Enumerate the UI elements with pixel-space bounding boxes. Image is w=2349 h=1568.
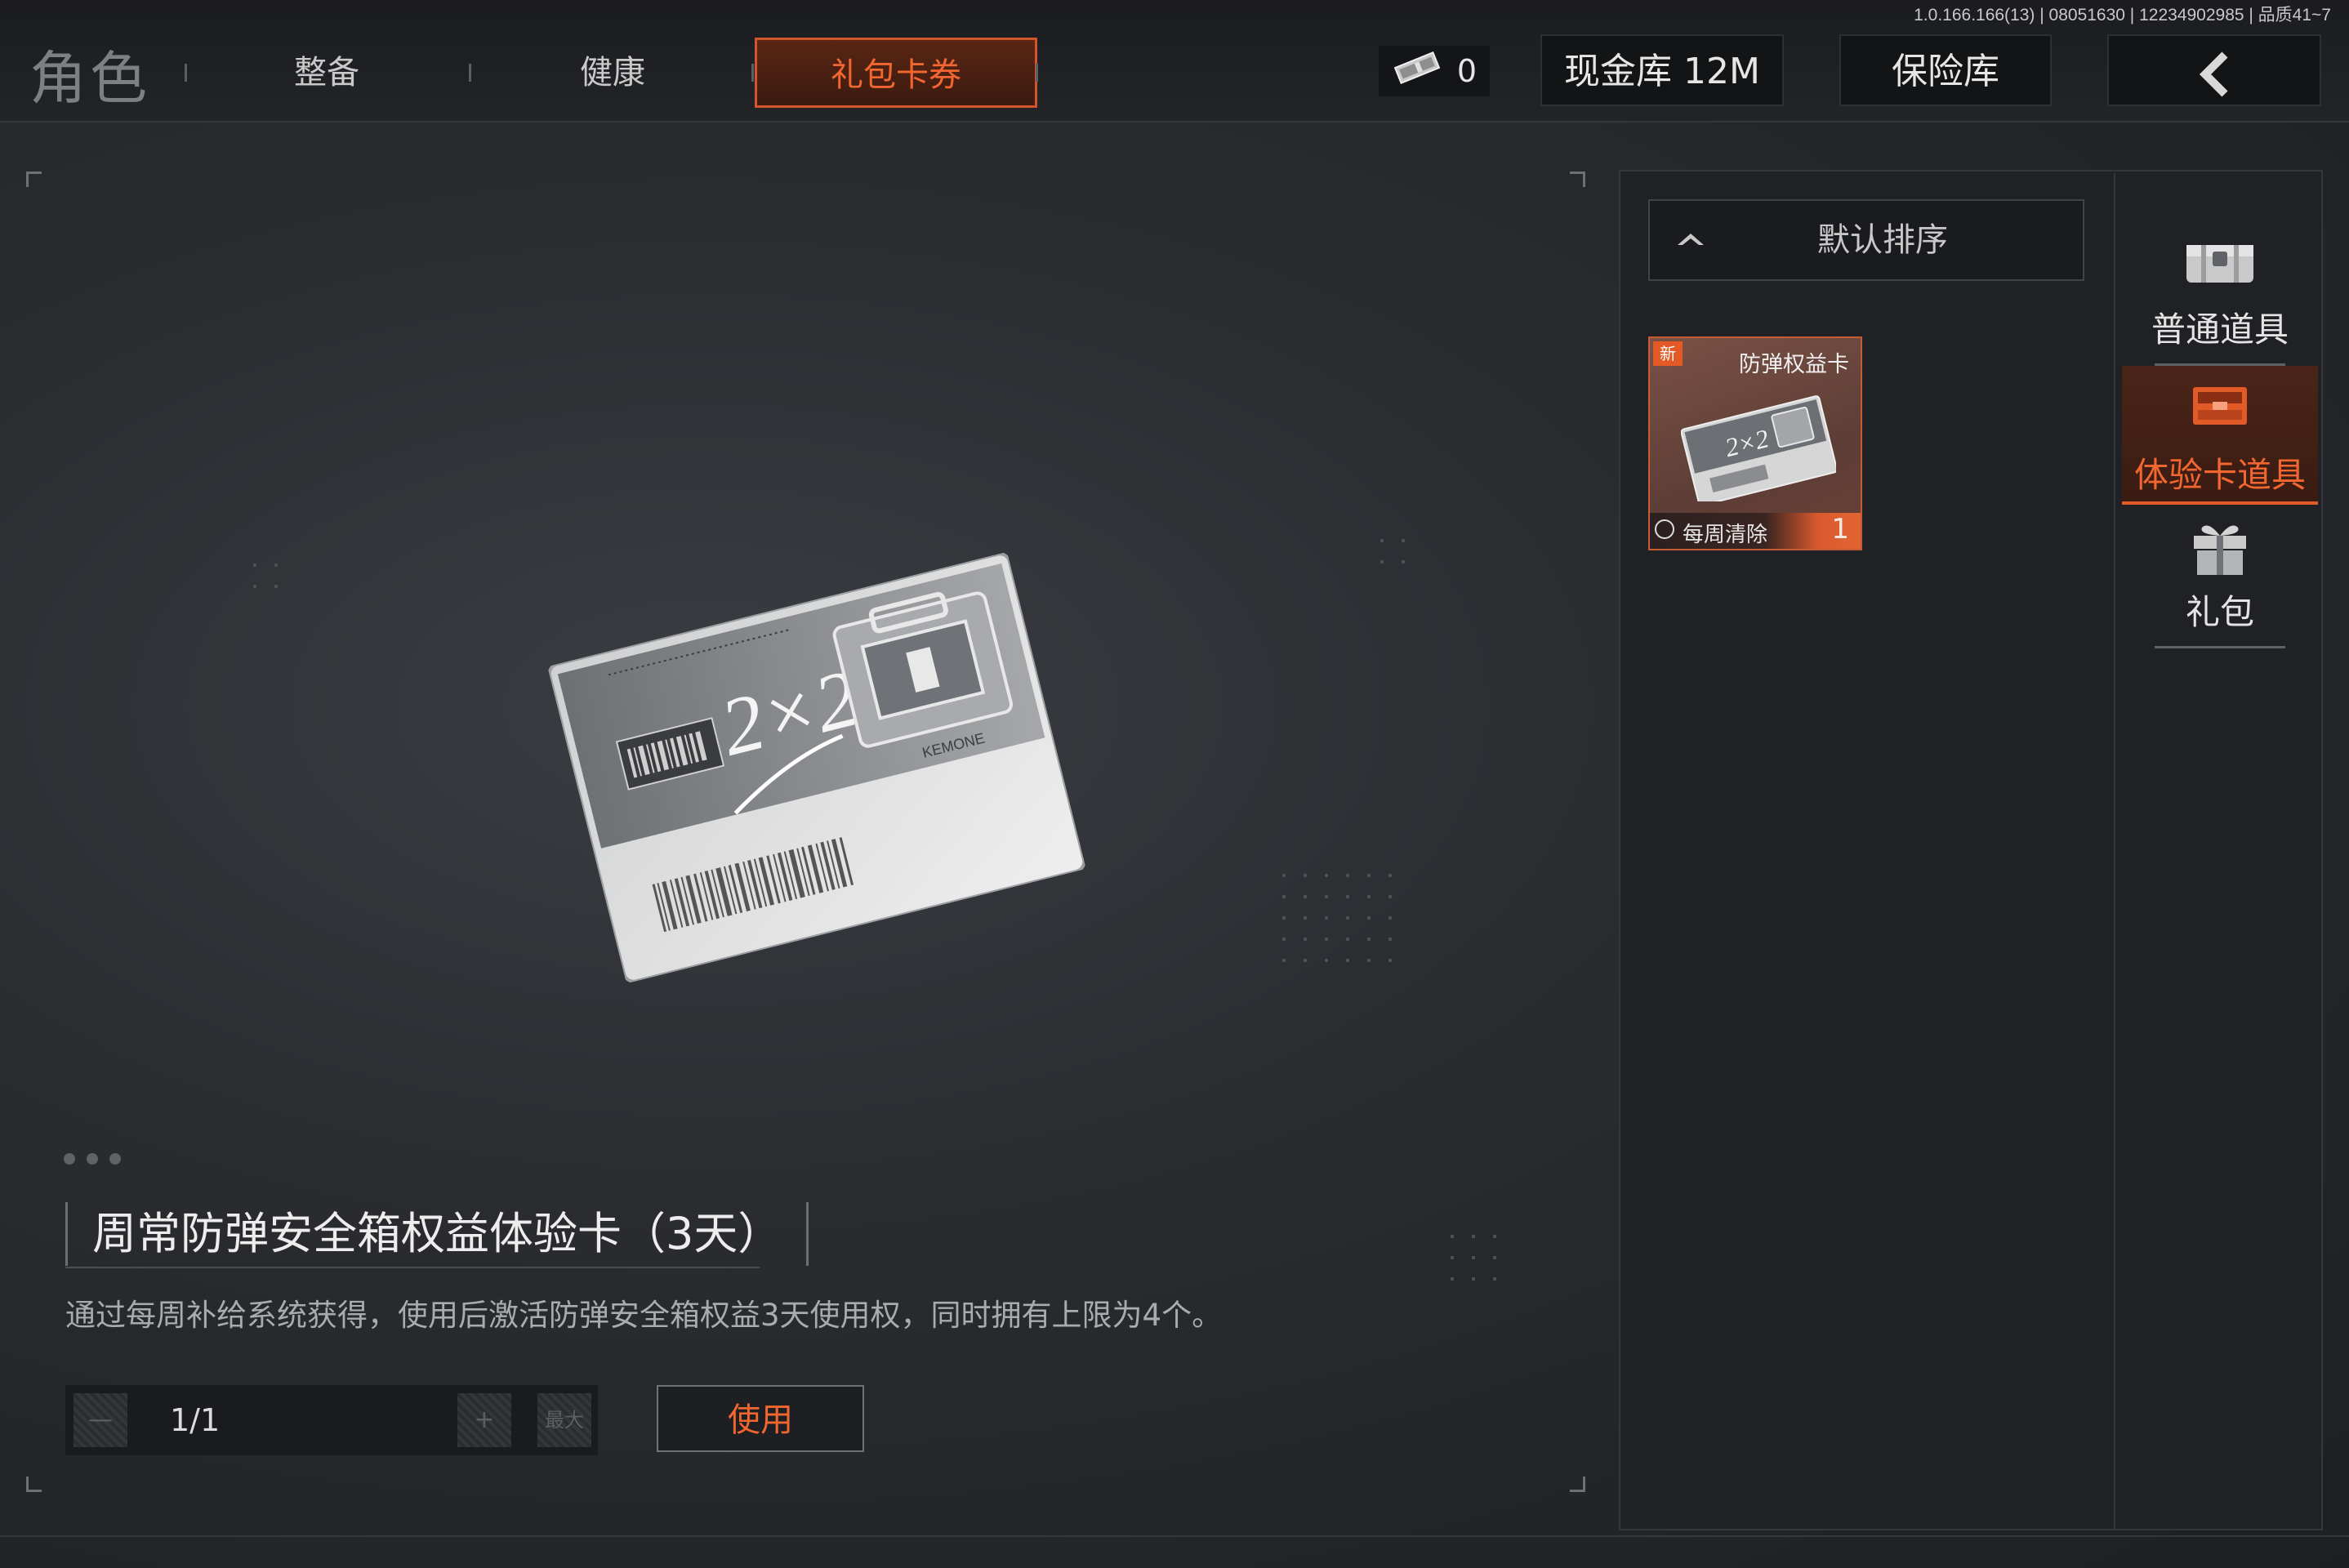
chest-icon [2122, 235, 2318, 292]
decorative-dots [1380, 539, 1405, 564]
tab-separator [1036, 64, 1038, 82]
pager-dot[interactable] [109, 1153, 121, 1165]
back-button[interactable] [2107, 34, 2321, 106]
image-pager[interactable] [64, 1153, 121, 1165]
frame-corner [1570, 172, 1585, 187]
max-button[interactable]: 最大 [537, 1393, 591, 1447]
item-count: 1 [1831, 513, 1849, 546]
currency-display: 0 [1379, 46, 1490, 96]
category-label: 礼包 [2185, 592, 2254, 632]
page-title: 角色 [29, 45, 150, 112]
item-preview-image: 2×2 KEMONE [547, 552, 1086, 983]
item-title: 周常防弹安全箱权益体验卡（3天） [65, 1202, 809, 1266]
title-divider [65, 1267, 760, 1268]
safe-box-card-icon: 2×2 [1681, 395, 1836, 501]
panel-divider [2114, 173, 2115, 1529]
top-bar: 1.0.166.166(13) | 08051630 | 12234902985… [0, 0, 2349, 122]
bottom-divider [0, 1535, 2349, 1537]
inventory-item[interactable]: 新 防弹权益卡 2×2 每周清除 1 [1648, 336, 1862, 550]
tab-separator [469, 64, 471, 82]
pager-dot[interactable] [87, 1153, 98, 1165]
item-name: 防弹权益卡 [1739, 352, 1849, 377]
item-description: 通过每周补给系统获得，使用后激活防弹安全箱权益3天使用权，同时拥有上限为4个。 [65, 1298, 1223, 1333]
weekly-clear-tag: 每周清除 [1683, 523, 1768, 547]
currency-value: 0 [1456, 53, 1478, 89]
tab-separator [751, 64, 754, 82]
sort-label: 默认排序 [1817, 221, 1948, 259]
category-underline [2155, 646, 2285, 648]
quantity-value: 1/1 [170, 1402, 221, 1438]
increase-button[interactable]: + [457, 1393, 511, 1447]
frame-corner [26, 1477, 42, 1492]
use-button[interactable]: 使用 [657, 1385, 864, 1452]
category-trial-card-items[interactable]: 体验卡道具 [2122, 366, 2318, 505]
sort-dropdown[interactable]: 默认排序 [1648, 199, 2084, 281]
safe-box-card-icon: 2×2 KEMONE [547, 552, 1086, 983]
tab-separator [185, 64, 187, 82]
decorative-dots [1282, 874, 1392, 962]
card-case-icon [2122, 381, 2318, 438]
safe-box-button[interactable]: 保险库 [1839, 34, 2052, 106]
version-info: 1.0.166.166(13) | 08051630 | 12234902985… [1914, 6, 2331, 24]
category-normal-items[interactable]: 普通道具 [2122, 220, 2318, 366]
ticket-icon [1392, 50, 1442, 93]
item-footer: 每周清除 1 [1650, 513, 1861, 549]
decorative-dots [253, 564, 278, 588]
tab-gift-vouchers[interactable]: 礼包卡券 [755, 38, 1037, 108]
clock-icon [1655, 519, 1674, 539]
category-label: 普通道具 [2151, 310, 2289, 350]
quantity-stepper: — 1/1 + 最大 [65, 1385, 598, 1455]
cash-vault-button[interactable]: 现金库 12M [1540, 34, 1784, 106]
frame-corner [1570, 1477, 1585, 1492]
category-gift-packs[interactable]: 礼包 [2122, 503, 2318, 648]
frame-corner [26, 172, 42, 187]
decorative-dots [1451, 1235, 1496, 1281]
category-label: 体验卡道具 [2133, 455, 2306, 495]
tab-equipment[interactable]: 整备 [245, 38, 408, 108]
new-badge: 新 [1653, 341, 1683, 366]
gift-icon [2122, 518, 2318, 575]
tab-health[interactable]: 健康 [531, 38, 694, 108]
chevron-left-icon [2194, 43, 2235, 100]
pager-dot[interactable] [64, 1153, 75, 1165]
